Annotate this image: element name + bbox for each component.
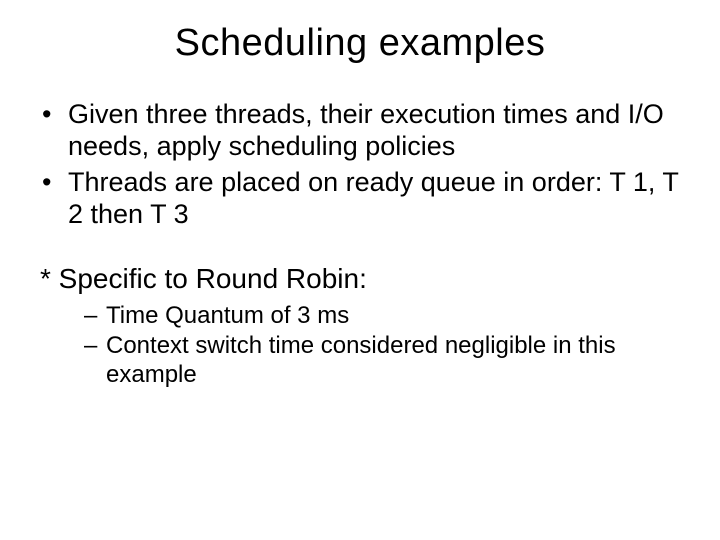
list-item: Given three threads, their execution tim…	[38, 99, 682, 163]
slide: Scheduling examples Given three threads,…	[0, 0, 720, 540]
note-section: * Specific to Round Robin: Time Quantum …	[38, 262, 682, 389]
slide-title: Scheduling examples	[0, 0, 720, 75]
list-item: Time Quantum of 3 ms	[84, 302, 682, 330]
slide-body: Given three threads, their execution tim…	[0, 75, 720, 389]
sub-bullet-list: Time Quantum of 3 ms Context switch time…	[40, 302, 682, 389]
note-heading: * Specific to Round Robin:	[40, 262, 682, 296]
list-item: Context switch time considered negligibl…	[84, 332, 682, 389]
bullet-list: Given three threads, their execution tim…	[38, 99, 682, 230]
list-item: Threads are placed on ready queue in ord…	[38, 167, 682, 231]
